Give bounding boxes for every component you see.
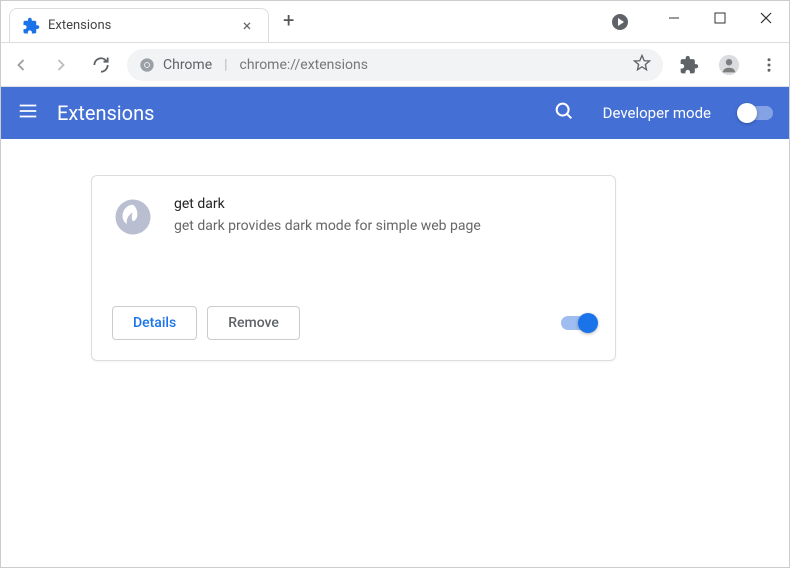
watermark-logo — [51, 359, 231, 539]
menu-dots-icon[interactable] — [755, 51, 783, 79]
titlebar: Extensions × + — [1, 1, 789, 43]
new-tab-button[interactable]: + — [279, 4, 298, 36]
page-title: Extensions — [57, 101, 535, 125]
extension-card: get dark get dark provides dark mode for… — [91, 175, 616, 361]
close-window-button[interactable] — [743, 1, 789, 35]
developer-mode-toggle[interactable] — [739, 106, 773, 120]
bookmark-star-icon[interactable] — [633, 54, 651, 76]
browser-tab[interactable]: Extensions × — [9, 8, 269, 42]
puzzle-icon — [22, 17, 40, 35]
content-area: risk.com get dark get dark provides dark… — [1, 139, 789, 567]
chrome-icon — [139, 57, 155, 73]
remove-button[interactable]: Remove — [207, 306, 300, 340]
extensions-header: Extensions Developer mode — [1, 87, 789, 139]
tab-title: Extensions — [48, 18, 230, 33]
search-icon[interactable] — [553, 100, 575, 126]
extension-icon — [112, 196, 154, 238]
media-control-icon[interactable] — [611, 13, 629, 31]
details-button[interactable]: Details — [112, 306, 197, 340]
card-top: get dark get dark provides dark mode for… — [112, 196, 595, 306]
extension-description: get dark provides dark mode for simple w… — [174, 218, 595, 234]
url-text: chrome://extensions — [240, 57, 368, 73]
extension-enable-toggle[interactable] — [561, 316, 595, 330]
forward-button[interactable] — [47, 51, 75, 79]
url-prefix: Chrome — [163, 57, 212, 73]
chrome-window: Extensions × + Chrome | chrome://extensi… — [0, 0, 790, 568]
window-controls — [651, 1, 789, 35]
extensions-puzzle-icon[interactable] — [675, 51, 703, 79]
address-bar: Chrome | chrome://extensions — [1, 43, 789, 87]
back-button[interactable] — [7, 51, 35, 79]
developer-mode-label: Developer mode — [603, 104, 711, 122]
profile-avatar-icon[interactable] — [715, 51, 743, 79]
reload-button[interactable] — [87, 51, 115, 79]
url-box[interactable]: Chrome | chrome://extensions — [127, 49, 663, 81]
extension-name: get dark — [174, 196, 595, 212]
maximize-button[interactable] — [697, 1, 743, 35]
tab-close-button[interactable]: × — [238, 17, 256, 35]
hamburger-menu-icon[interactable] — [17, 100, 39, 126]
card-actions: Details Remove — [112, 306, 595, 340]
extension-info: get dark get dark provides dark mode for… — [174, 196, 595, 234]
minimize-button[interactable] — [651, 1, 697, 35]
